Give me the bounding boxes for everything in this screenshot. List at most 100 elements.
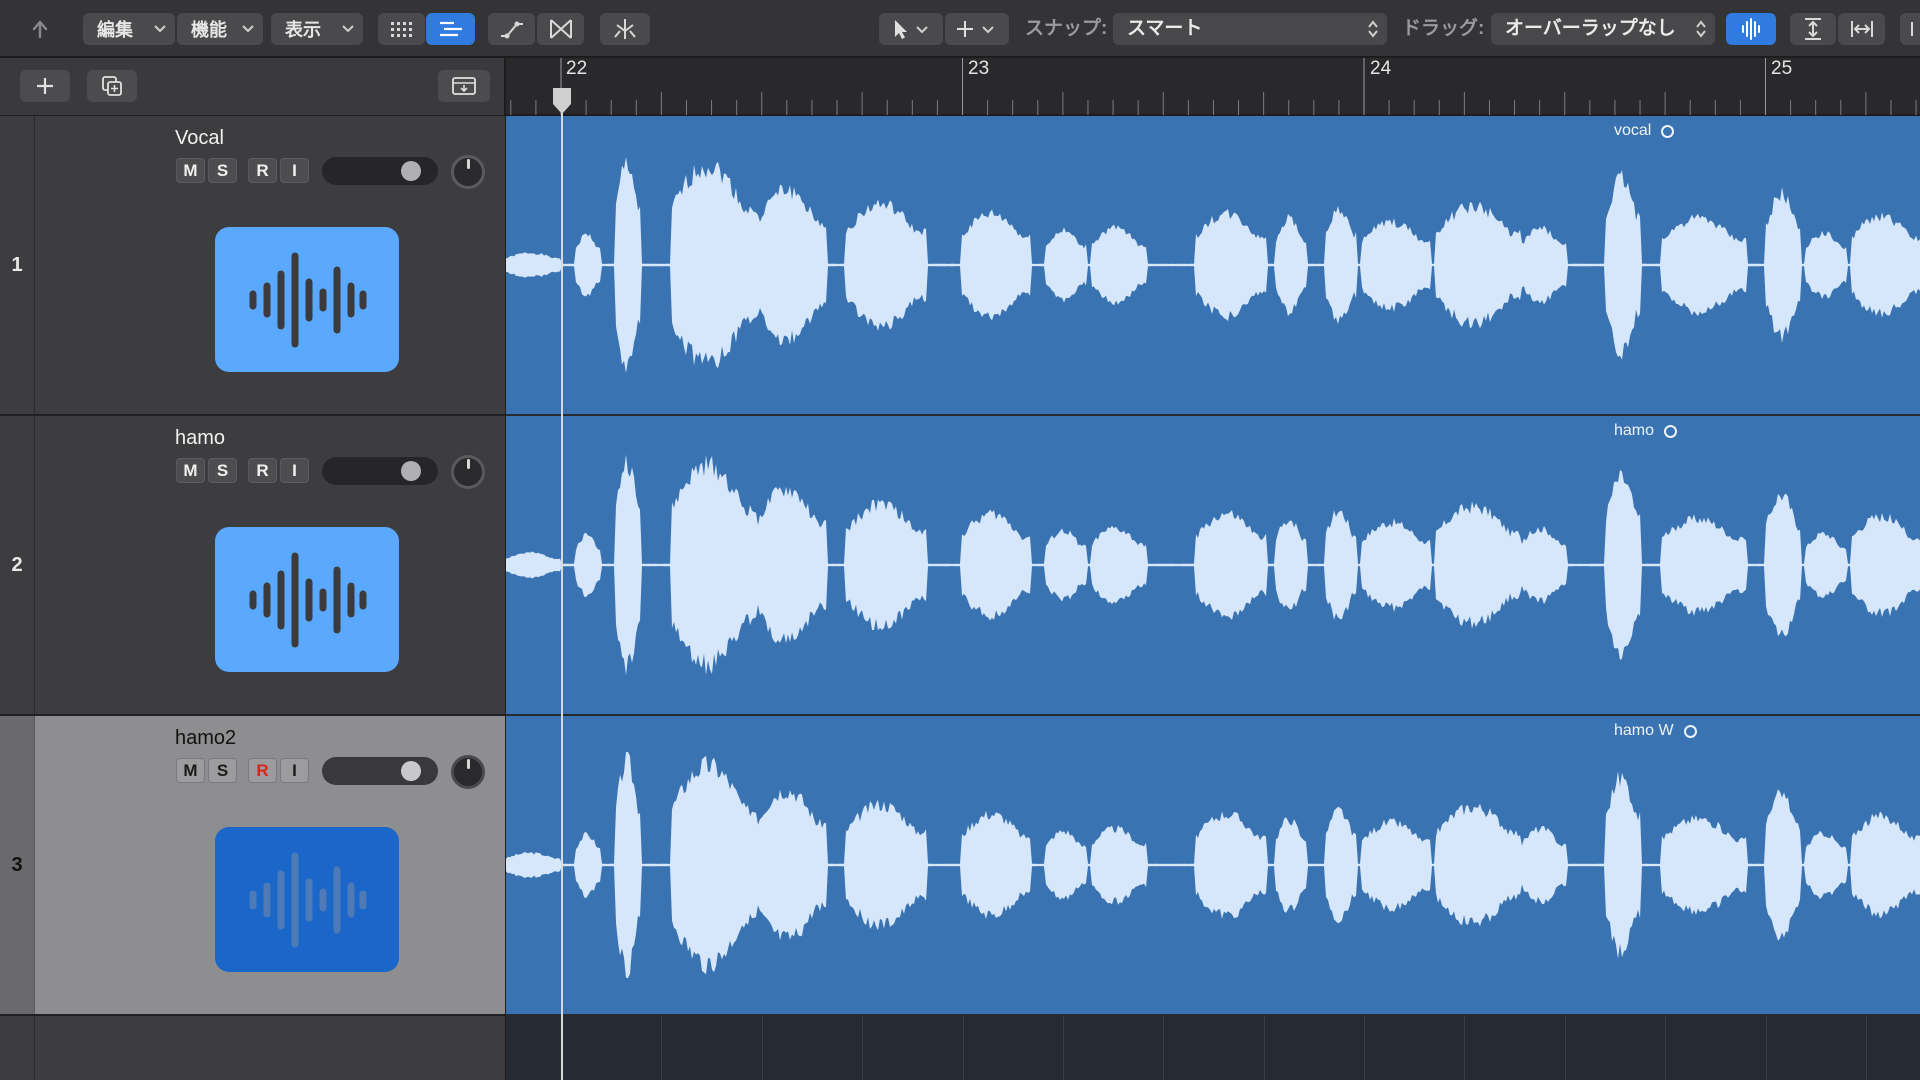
- tracks-area[interactable]: vocal hamo hamo W: [506, 116, 1920, 1080]
- control-bar: 編集 機能 表示 スナップ: スマート ドラッグ: オーバーラップなし: [0, 0, 1920, 57]
- menu-edit-label: 編集: [97, 20, 133, 40]
- add-track-button[interactable]: [20, 70, 70, 102]
- track-header-empty-area[interactable]: [0, 1016, 505, 1080]
- region-waveform: [506, 156, 1920, 374]
- tray-download-icon: [452, 77, 476, 95]
- grid-line: [1665, 1016, 1667, 1080]
- plus-cursor-icon: [957, 21, 994, 37]
- mute-button[interactable]: M: [176, 758, 205, 783]
- pointer-tool-menu[interactable]: [879, 13, 943, 45]
- drag-label: ドラッグ:: [1402, 18, 1485, 39]
- track-header[interactable]: 1 Vocal M S R I: [0, 116, 505, 416]
- playhead-handle-icon[interactable]: [550, 86, 574, 116]
- grid-line: [1062, 1016, 1064, 1080]
- track-icon[interactable]: [215, 227, 399, 372]
- track-icon[interactable]: [215, 527, 399, 672]
- grid-line: [1263, 1016, 1265, 1080]
- solo-button[interactable]: S: [208, 758, 237, 783]
- track-name[interactable]: Vocal: [175, 127, 224, 150]
- track-header-selected[interactable]: 3 hamo2 M S R I: [0, 716, 505, 1016]
- grid-line: [962, 1016, 964, 1080]
- volume-slider[interactable]: [322, 757, 438, 785]
- input-monitor-button[interactable]: I: [280, 158, 309, 183]
- pan-knob[interactable]: [451, 455, 485, 489]
- flex-button[interactable]: [537, 13, 584, 45]
- track-name[interactable]: hamo: [175, 427, 225, 450]
- playhead-line[interactable]: [561, 92, 563, 1080]
- waveform-zoom-button[interactable]: [1726, 13, 1776, 45]
- duplicate-track-button[interactable]: [87, 70, 137, 102]
- audio-region[interactable]: hamo W: [506, 716, 1920, 1014]
- grid-view-button[interactable]: [378, 13, 425, 45]
- loop-ring-icon: [1661, 124, 1675, 138]
- grid-line: [1364, 1016, 1365, 1080]
- track-number: 2: [0, 416, 35, 714]
- region-name: hamo: [1614, 422, 1678, 440]
- menu-edit[interactable]: 編集: [83, 13, 175, 45]
- chevron-down-icon: [342, 25, 354, 33]
- drag-mode-value: オーバーラップなし: [1505, 18, 1676, 39]
- region-waveform: [506, 752, 1920, 978]
- region-name-label: hamo W: [1614, 722, 1674, 739]
- track-icon[interactable]: [215, 827, 399, 972]
- list-icon: [439, 21, 462, 37]
- region-name: hamo W: [1614, 722, 1697, 740]
- partial-icon: [1911, 22, 1913, 36]
- snap-label: スナップ:: [1025, 18, 1108, 39]
- track-number-column: [0, 1016, 35, 1080]
- region-name-label: vocal: [1614, 122, 1652, 139]
- track-header[interactable]: 2 hamo M S R I: [0, 416, 505, 716]
- pan-knob[interactable]: [451, 155, 485, 189]
- audio-region[interactable]: hamo: [506, 416, 1920, 714]
- list-view-button[interactable]: [426, 13, 475, 45]
- drag-mode-popup[interactable]: オーバーラップなし: [1491, 13, 1715, 45]
- up-down-arrows-icon: [1368, 20, 1378, 38]
- overflow-button[interactable]: [1900, 13, 1920, 45]
- volume-slider[interactable]: [322, 157, 438, 185]
- grid-line: [1765, 1016, 1767, 1080]
- audio-waveform-icon: [249, 552, 367, 647]
- input-monitor-button[interactable]: I: [280, 758, 309, 783]
- grid-line: [1464, 1016, 1466, 1080]
- grid-line: [661, 1016, 663, 1080]
- track-number: 3: [0, 716, 35, 1014]
- pan-knob[interactable]: [451, 755, 485, 789]
- record-enable-button[interactable]: R: [248, 758, 277, 783]
- pointer-icon: [895, 20, 928, 39]
- mute-button[interactable]: M: [176, 458, 205, 483]
- grid-line: [761, 1016, 763, 1080]
- horizontal-zoom-button[interactable]: [1838, 13, 1885, 45]
- mute-button[interactable]: M: [176, 158, 205, 183]
- catch-content-button[interactable]: [438, 70, 490, 102]
- bar-number: 24: [1370, 58, 1392, 79]
- volume-slider-thumb[interactable]: [401, 761, 421, 781]
- record-enable-button[interactable]: R: [248, 458, 277, 483]
- arrow-up-icon: [32, 20, 48, 39]
- catch-button[interactable]: [600, 13, 650, 45]
- audio-region[interactable]: vocal: [506, 116, 1920, 414]
- volume-slider-thumb[interactable]: [401, 461, 421, 481]
- go-up-button[interactable]: [22, 13, 68, 45]
- track-name[interactable]: hamo2: [175, 727, 236, 750]
- solo-button[interactable]: S: [208, 458, 237, 483]
- bar-number: 22: [566, 58, 588, 79]
- menu-view[interactable]: 表示: [271, 13, 363, 45]
- grid-icon: [390, 22, 412, 37]
- input-monitor-button[interactable]: I: [280, 458, 309, 483]
- snap-popup[interactable]: スマート: [1113, 13, 1387, 45]
- vertical-zoom-icon: [1805, 18, 1821, 40]
- bar-ruler[interactable]: 22 23 24 25: [506, 58, 1920, 115]
- volume-slider-thumb[interactable]: [401, 161, 421, 181]
- up-down-arrows-icon: [1696, 20, 1706, 38]
- menu-functions[interactable]: 機能: [177, 13, 263, 45]
- command-tool-menu[interactable]: [945, 13, 1009, 45]
- record-enable-button[interactable]: R: [248, 158, 277, 183]
- region-name-label: hamo: [1614, 422, 1655, 439]
- vertical-zoom-button[interactable]: [1790, 13, 1836, 45]
- volume-slider[interactable]: [322, 457, 438, 485]
- menu-view-label: 表示: [285, 20, 321, 40]
- solo-button[interactable]: S: [208, 158, 237, 183]
- automation-button[interactable]: [488, 13, 535, 45]
- region-name: vocal: [1614, 122, 1675, 140]
- grid-line: [1163, 1016, 1165, 1080]
